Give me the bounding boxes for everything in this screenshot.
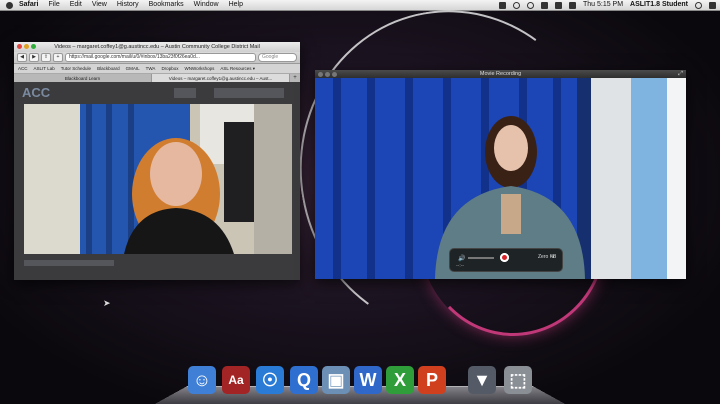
clock[interactable]: Thu 5:15 PM <box>583 0 623 10</box>
record-button[interactable] <box>500 253 509 262</box>
menu-app-name[interactable]: Safari <box>19 0 38 10</box>
user-name[interactable]: ASLIT1.8 Student <box>630 0 688 10</box>
bookmark-tutor-schedule[interactable]: Tutor Schedule <box>61 66 91 71</box>
acc-logo: ACC <box>22 85 51 100</box>
bookmarks-bar: ACC ASLIT Lab Tutor Schedule Blackboard … <box>14 64 300 74</box>
dock: ☺ Aa ☉ Q ▣ W X P ▼ ⬚ <box>153 364 567 404</box>
safari-icon[interactable]: ☉ <box>256 366 284 394</box>
safari-window[interactable]: Videos – margaret.coffey1@g.austincc.edu… <box>14 42 300 280</box>
spotlight-icon[interactable] <box>695 1 702 9</box>
menu-window[interactable]: Window <box>194 0 219 10</box>
minimize-button[interactable] <box>325 71 330 77</box>
video-left-frame <box>24 104 292 254</box>
bookmark-blackboard[interactable]: Blackboard <box>97 66 120 71</box>
fullscreen-icon[interactable]: ⤢ <box>678 71 683 77</box>
battery-icon[interactable] <box>568 1 576 9</box>
page-header-block <box>174 88 196 98</box>
address-bar[interactable]: https://mail.google.com/mail/u/0/#inbox/… <box>65 53 256 62</box>
bookmark-acc[interactable]: ACC <box>18 66 28 71</box>
volume-icon[interactable] <box>554 1 562 9</box>
safari-toolbar: ◀ ▶ ⇧ + https://mail.google.com/mail/u/0… <box>14 52 300 64</box>
forward-button[interactable]: ▶ <box>29 53 39 62</box>
volume-slider[interactable] <box>468 257 494 259</box>
menu-file[interactable]: File <box>48 0 59 10</box>
quicktime-icon[interactable]: Q <box>290 366 318 394</box>
safari-window-title: Videos – margaret.coffey1@g.austincc.edu… <box>54 44 260 50</box>
dictionary-icon[interactable]: Aa <box>222 366 250 394</box>
word-icon[interactable]: W <box>354 366 382 394</box>
trash-icon[interactable]: ⬚ <box>504 366 532 394</box>
add-bookmark-button[interactable]: + <box>53 53 63 62</box>
window-controls <box>17 44 36 49</box>
bookmark-dropbox[interactable]: Dropbox <box>161 66 178 71</box>
menu-help[interactable]: Help <box>229 0 243 10</box>
bluetooth-icon[interactable] <box>526 1 534 9</box>
movie-recording-window[interactable]: Movie Recording ⤢ 🔊 Zero KB ▾ --:-- <box>315 70 686 279</box>
share-button[interactable]: ⇧ <box>41 53 51 62</box>
back-button[interactable]: ◀ <box>17 53 27 62</box>
powerpoint-icon[interactable]: P <box>418 366 446 394</box>
recording-window-controls <box>318 71 337 77</box>
menu-view[interactable]: View <box>92 0 107 10</box>
mouse-pointer-icon: ➤ <box>103 298 111 308</box>
downloads-stack-icon[interactable]: ▼ <box>468 366 496 394</box>
bookmark-gmail[interactable]: GMAIL <box>126 66 140 71</box>
search-field[interactable]: Google <box>258 53 297 62</box>
bookmark-aslit-lab[interactable]: ASLIT Lab <box>34 66 55 71</box>
recording-titlebar[interactable]: Movie Recording ⤢ <box>315 70 686 78</box>
bookmark-wnworkshops[interactable]: WNWorkshops <box>184 66 214 71</box>
page-header-block <box>214 88 284 98</box>
menu-history[interactable]: History <box>117 0 139 10</box>
apple-menu-icon[interactable] <box>6 1 13 9</box>
menu-bookmarks[interactable]: Bookmarks <box>149 0 184 10</box>
safari-titlebar[interactable]: Videos – margaret.coffey1@g.austincc.edu… <box>14 42 300 52</box>
time-machine-icon[interactable] <box>512 1 520 9</box>
bookmark-asl-resources[interactable]: ASL Resources ▾ <box>220 66 255 72</box>
page-bottom-block <box>24 260 114 266</box>
bookmark-twa[interactable]: TWA <box>146 66 156 71</box>
minimize-button[interactable] <box>24 44 29 49</box>
finder-icon[interactable]: ☺ <box>188 366 216 394</box>
wifi-icon[interactable] <box>540 1 548 9</box>
speaker-icon[interactable]: 🔊 <box>458 255 465 262</box>
notification-icon[interactable] <box>709 1 716 9</box>
recording-window-title: Movie Recording <box>479 71 522 77</box>
menu-bar: Safari File Edit View History Bookmarks … <box>0 0 720 11</box>
zoom-button[interactable] <box>332 71 337 77</box>
elapsed-time: --:-- <box>456 263 465 269</box>
camera-preview: 🔊 Zero KB ▾ --:-- <box>315 78 686 279</box>
options-chevron-icon[interactable]: ▾ <box>552 254 555 260</box>
excel-icon[interactable]: X <box>386 366 414 394</box>
preview-icon[interactable]: ▣ <box>322 366 350 394</box>
video-chat-left[interactable] <box>24 104 292 254</box>
recording-controls-hud: 🔊 Zero KB ▾ --:-- <box>449 248 563 272</box>
display-icon[interactable] <box>498 1 506 9</box>
close-button[interactable] <box>17 44 22 49</box>
menu-edit[interactable]: Edit <box>70 0 82 10</box>
web-page: ACC <box>14 82 300 280</box>
zoom-button[interactable] <box>31 44 36 49</box>
status-area: Thu 5:15 PM ASLIT1.8 Student <box>498 0 716 10</box>
close-button[interactable] <box>318 71 323 77</box>
